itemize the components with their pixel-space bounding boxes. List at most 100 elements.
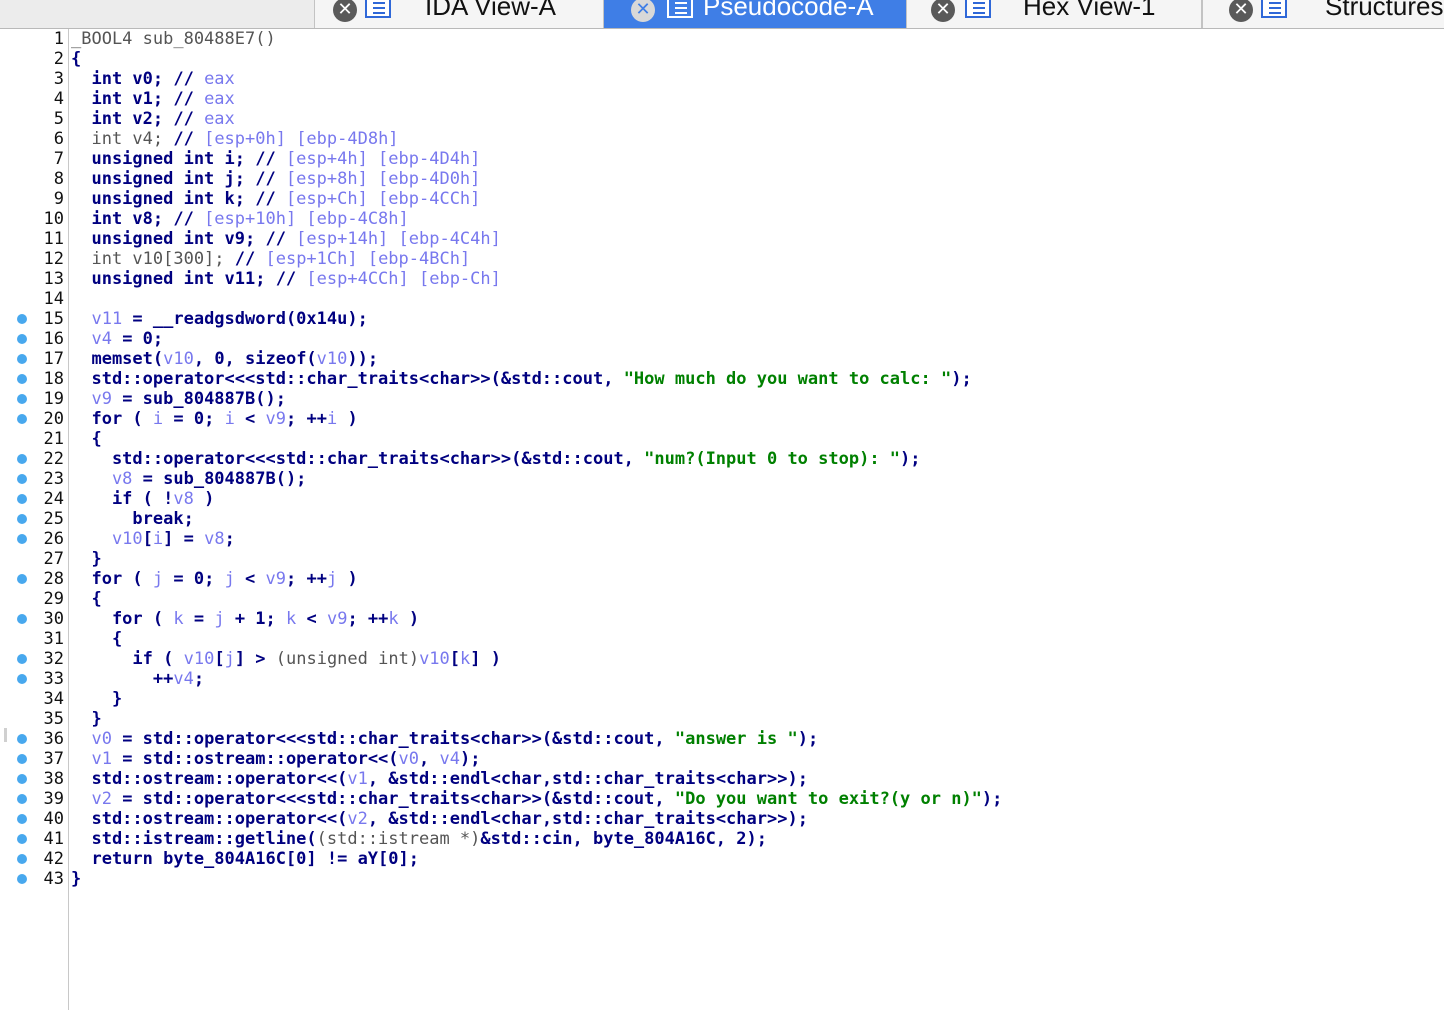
- breakpoint-dot-icon[interactable]: [17, 354, 27, 364]
- tab-label: Hex View-1: [1023, 0, 1156, 21]
- breakpoint-dot-icon[interactable]: [17, 814, 27, 824]
- code-line[interactable]: 40 std::ostream::operator<<(v2, &std::en…: [0, 809, 1444, 829]
- code-token: =: [183, 609, 215, 629]
- code-token: [esp+1Ch] [ebp-4BCh]: [265, 249, 471, 269]
- breakpoint-dot-icon[interactable]: [17, 834, 27, 844]
- code-line[interactable]: 2{: [0, 49, 1444, 69]
- breakpoint-dot-icon[interactable]: [17, 534, 27, 544]
- code-token: );: [797, 729, 819, 749]
- code-text: {: [71, 589, 101, 609]
- code-line[interactable]: 32 if ( v10[j] > (unsigned int)v10[k] ): [0, 649, 1444, 669]
- line-number: 29: [43, 589, 64, 609]
- tab-pseudocode-a[interactable]: ✕ Pseudocode-A: [604, 0, 906, 28]
- code-line[interactable]: 38 std::ostream::operator<<(v1, &std::en…: [0, 769, 1444, 789]
- breakpoint-dot-icon[interactable]: [17, 494, 27, 504]
- code-token: }: [71, 549, 102, 569]
- code-token: {: [71, 49, 82, 69]
- line-number: 10: [43, 209, 64, 229]
- close-icon[interactable]: ✕: [931, 0, 955, 22]
- breakpoint-dot-icon[interactable]: [17, 574, 27, 584]
- code-line[interactable]: 16 v4 = 0;: [0, 329, 1444, 349]
- code-line[interactable]: 14: [0, 289, 1444, 309]
- breakpoint-dot-icon[interactable]: [17, 414, 27, 424]
- code-token: v0: [71, 729, 112, 749]
- breakpoint-dot-icon[interactable]: [17, 334, 27, 344]
- code-line[interactable]: 13 unsigned int v11; // [esp+4CCh] [ebp-…: [0, 269, 1444, 289]
- breakpoint-dot-icon[interactable]: [17, 394, 27, 404]
- code-line[interactable]: 23 v8 = sub_804887B();: [0, 469, 1444, 489]
- breakpoint-dot-icon[interactable]: [17, 314, 27, 324]
- hex-view-icon: [965, 0, 991, 18]
- breakpoint-dot-icon[interactable]: [17, 514, 27, 524]
- breakpoint-dot-icon[interactable]: [17, 754, 27, 764]
- code-line[interactable]: 26 v10[i] = v8;: [0, 529, 1444, 549]
- code-token: }: [71, 869, 82, 889]
- code-line[interactable]: 25 break;: [0, 509, 1444, 529]
- code-line[interactable]: 1 _BOOL4 sub_80488E7(): [0, 29, 1444, 49]
- breakpoint-dot-icon[interactable]: [17, 374, 27, 384]
- tab-structures[interactable]: ✕ Structures: [1202, 0, 1444, 28]
- code-line[interactable]: 20 for ( i = 0; i < v9; ++i ): [0, 409, 1444, 429]
- code-line[interactable]: 19 v9 = sub_804887B();: [0, 389, 1444, 409]
- code-line[interactable]: 10 int v8; // [esp+10h] [ebp-4C8h]: [0, 209, 1444, 229]
- code-line[interactable]: 4 int v1; // eax: [0, 89, 1444, 109]
- breakpoint-dot-icon[interactable]: [17, 874, 27, 884]
- code-line[interactable]: 31 {: [0, 629, 1444, 649]
- code-line[interactable]: 33 ++v4;: [0, 669, 1444, 689]
- code-line[interactable]: 17 memset(v10, 0, sizeof(v10));: [0, 349, 1444, 369]
- code-token: v10: [419, 649, 450, 669]
- code-line[interactable]: 12 int v10[300]; // [esp+1Ch] [ebp-4BCh]: [0, 249, 1444, 269]
- breakpoint-dot-icon[interactable]: [17, 794, 27, 804]
- code-line[interactable]: 29 {: [0, 589, 1444, 609]
- code-line[interactable]: 37 v1 = std::ostream::operator<<(v0, v4)…: [0, 749, 1444, 769]
- code-line[interactable]: 34 }: [0, 689, 1444, 709]
- code-line[interactable]: 9 unsigned int k; // [esp+Ch] [ebp-4CCh]: [0, 189, 1444, 209]
- code-line[interactable]: 15 v11 = __readgsdword(0x14u);: [0, 309, 1444, 329]
- close-icon[interactable]: ✕: [333, 0, 357, 22]
- breakpoint-dot-icon[interactable]: [17, 854, 27, 864]
- code-token: v0: [398, 749, 420, 769]
- line-number: 30: [43, 609, 64, 629]
- tab-hex-view-1[interactable]: ✕ Hex View-1: [906, 0, 1202, 28]
- code-token: (std::istream *): [316, 829, 481, 849]
- close-icon[interactable]: ✕: [1229, 0, 1253, 22]
- code-line[interactable]: 35 }: [0, 709, 1444, 729]
- code-token: ] =: [163, 529, 205, 549]
- close-icon[interactable]: ✕: [631, 0, 655, 22]
- code-line[interactable]: 30 for ( k = j + 1; k < v9; ++k ): [0, 609, 1444, 629]
- code-line[interactable]: 39 v2 = std::operator<<<std::char_traits…: [0, 789, 1444, 809]
- breakpoint-dot-icon[interactable]: [17, 654, 27, 664]
- tab-ida-view-a[interactable]: ✕ IDA View-A: [314, 0, 604, 28]
- code-line[interactable]: 8 unsigned int j; // [esp+8h] [ebp-4D0h]: [0, 169, 1444, 189]
- code-line[interactable]: 24 if ( !v8 ): [0, 489, 1444, 509]
- line-number: 20: [43, 409, 64, 429]
- code-token: = 0;: [163, 569, 225, 589]
- breakpoint-dot-icon[interactable]: [17, 474, 27, 484]
- code-token: for (: [71, 569, 153, 589]
- pseudocode-view[interactable]: 1 _BOOL4 sub_80488E7() 2{3 int v0; // eax 4…: [0, 29, 1444, 889]
- code-line[interactable]: 36 v0 = std::operator<<<std::char_traits…: [0, 729, 1444, 749]
- code-token: = std::ostream::operator<<(: [111, 749, 399, 769]
- code-line[interactable]: 7 unsigned int i; // [esp+4h] [ebp-4D4h]: [0, 149, 1444, 169]
- breakpoint-dot-icon[interactable]: [17, 774, 27, 784]
- code-line[interactable]: 18 std::operator<<<std::char_traits<char…: [0, 369, 1444, 389]
- code-token: , &std::endl<char,std::char_traits<char>…: [367, 769, 808, 789]
- code-line[interactable]: 41 std::istream::getline((std::istream *…: [0, 829, 1444, 849]
- code-token: ;: [224, 529, 235, 549]
- code-line[interactable]: 5 int v2; // eax: [0, 109, 1444, 129]
- code-line[interactable]: 43}: [0, 869, 1444, 889]
- code-line[interactable]: 22 std::operator<<<std::char_traits<char…: [0, 449, 1444, 469]
- code-line[interactable]: 42 return byte_804A16C[0] != aY[0];: [0, 849, 1444, 869]
- code-line[interactable]: 11 unsigned int v9; // [esp+14h] [ebp-4C…: [0, 229, 1444, 249]
- code-line[interactable]: 27 }: [0, 549, 1444, 569]
- code-line[interactable]: 6 int v4; // [esp+0h] [ebp-4D8h]: [0, 129, 1444, 149]
- code-line[interactable]: 21 {: [0, 429, 1444, 449]
- code-line[interactable]: 3 int v0; // eax: [0, 69, 1444, 89]
- breakpoint-dot-icon[interactable]: [17, 674, 27, 684]
- code-line[interactable]: 28 for ( j = 0; j < v9; ++j ): [0, 569, 1444, 589]
- code-token: ): [398, 609, 420, 629]
- breakpoint-dot-icon[interactable]: [17, 734, 27, 744]
- code-token: return byte_804A16C[0] != aY[0];: [71, 849, 419, 869]
- breakpoint-dot-icon[interactable]: [17, 454, 27, 464]
- breakpoint-dot-icon[interactable]: [17, 614, 27, 624]
